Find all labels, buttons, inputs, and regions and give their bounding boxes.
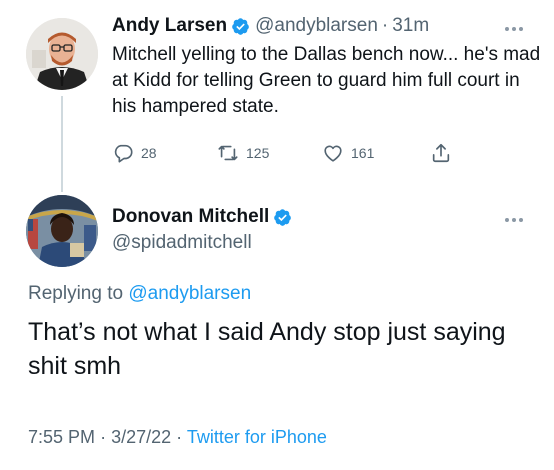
- avatar-photo: [26, 18, 98, 90]
- like-button[interactable]: 161: [322, 141, 374, 165]
- tweet-timestamp[interactable]: 7:55 PM: [28, 427, 95, 447]
- reply-header: Donovan Mitchell: [112, 205, 292, 229]
- tweet-header: Andy Larsen @andyblarsen · 31m: [112, 14, 429, 38]
- share-button[interactable]: [430, 141, 452, 165]
- separator-dot: ·: [381, 15, 389, 36]
- original-tweet[interactable]: Andy Larsen @andyblarsen · 31m Mitchell …: [0, 0, 554, 192]
- thread-connector: [61, 96, 63, 192]
- tweet-actions: 28 125 161: [112, 141, 472, 165]
- reply-count: 28: [141, 145, 157, 161]
- reply-text: That’s not what I said Andy stop just sa…: [28, 318, 506, 380]
- author-name[interactable]: Andy Larsen: [112, 15, 227, 37]
- verified-badge-icon: [274, 208, 292, 226]
- retweet-count: 125: [246, 145, 270, 161]
- tweet-date[interactable]: 3/27/22: [111, 427, 171, 447]
- retweet-button[interactable]: 125: [217, 141, 269, 165]
- retweet-icon: [218, 145, 238, 161]
- replying-to-mention[interactable]: @andyblarsen: [128, 283, 251, 304]
- like-icon: [324, 145, 342, 162]
- meta-separator: ·: [176, 427, 183, 447]
- reply-icon: [114, 144, 133, 163]
- author-handle[interactable]: @spidadmitchell: [112, 232, 252, 254]
- more-icon[interactable]: [505, 27, 525, 33]
- reply-tweet[interactable]: Donovan Mitchell @spidadmitchell Replyin…: [0, 190, 554, 470]
- tweet-time[interactable]: 31m: [392, 15, 429, 37]
- like-count: 161: [351, 145, 375, 161]
- meta-separator: ·: [100, 427, 107, 447]
- tweet-text: Mitchell yelling to the Dallas bench now…: [112, 44, 541, 117]
- tweet-source[interactable]: Twitter for iPhone: [187, 427, 327, 447]
- avatar-photo: [26, 195, 98, 267]
- reply-button[interactable]: 28: [112, 141, 157, 165]
- author-handle[interactable]: @andyblarsen: [255, 15, 378, 37]
- more-icon[interactable]: [505, 218, 525, 224]
- andy-larsen-avatar[interactable]: [26, 18, 98, 90]
- author-name[interactable]: Donovan Mitchell: [112, 206, 269, 228]
- tweet-meta: 7:55 PM · 3/27/22 · Twitter for iPhone: [28, 427, 327, 448]
- replying-to-line: Replying to @andyblarsen: [28, 283, 251, 305]
- replying-to-label: Replying to: [28, 283, 129, 304]
- donovan-mitchell-avatar[interactable]: [26, 195, 98, 267]
- verified-badge-icon: [232, 17, 249, 35]
- share-icon: [432, 143, 450, 163]
